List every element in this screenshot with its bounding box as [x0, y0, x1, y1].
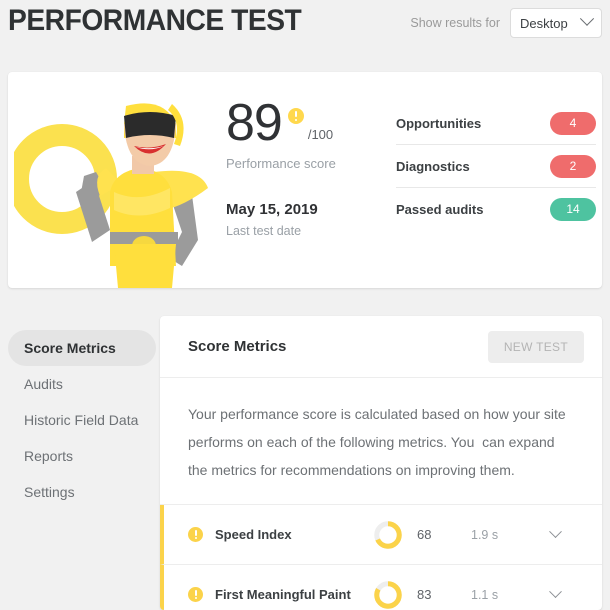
score-block: 89 /100 Performance score May 15, 2019 L…	[226, 94, 376, 238]
performance-test-page: PERFORMANCE TEST Show results for Deskto…	[0, 0, 610, 610]
audit-stats-list: Opportunities 4 Diagnostics 2 Passed aud…	[396, 102, 596, 230]
score-gauge-icon	[374, 520, 402, 549]
device-select[interactable]: Desktop	[510, 8, 602, 38]
sidebar-item-settings[interactable]: Settings	[8, 474, 156, 510]
sidebar-item-historic-field-data[interactable]: Historic Field Data	[8, 402, 156, 438]
metric-row-first-meaningful-paint[interactable]: First Meaningful Paint 83 1.1 s	[160, 565, 602, 610]
chevron-down-icon[interactable]	[549, 525, 562, 539]
metric-row-speed-index[interactable]: Speed Index 68 1.9 s	[160, 505, 602, 565]
hero-illustration	[14, 72, 222, 288]
last-test-date-value: May 15, 2019	[226, 201, 318, 218]
metric-time: 1.1 s	[471, 587, 499, 602]
stat-count-badge: 14	[550, 197, 596, 221]
sidebar-nav: Score Metrics Audits Historic Field Data…	[8, 330, 156, 510]
stat-count-badge: 4	[550, 111, 596, 135]
last-test-date-caption: Last test date	[226, 224, 302, 238]
show-results-label: Show results for	[410, 16, 500, 30]
score-row: 89 /100	[226, 94, 376, 152]
panel-header: Score Metrics NEW TEST	[160, 316, 602, 378]
sidebar-item-label: Historic Field Data	[24, 412, 139, 428]
stat-label: Passed audits	[396, 201, 484, 217]
score-metrics-panel: Score Metrics NEW TEST Your performance …	[160, 316, 602, 610]
page-header: PERFORMANCE TEST Show results for Deskto…	[0, 0, 610, 52]
sidebar-item-score-metrics[interactable]: Score Metrics	[8, 330, 156, 366]
performance-score-value: 89	[226, 94, 283, 152]
sidebar-item-reports[interactable]: Reports	[8, 438, 156, 474]
warning-icon	[188, 587, 203, 602]
metric-time: 1.9 s	[471, 527, 499, 542]
header-controls: Show results for Desktop	[410, 8, 602, 38]
sidebar-item-audits[interactable]: Audits	[8, 366, 156, 402]
sidebar-item-label: Reports	[24, 448, 74, 464]
performance-score-caption: Performance score	[226, 156, 336, 171]
stat-row-opportunities[interactable]: Opportunities 4	[396, 102, 596, 144]
panel-description: Your performance score is calculated bas…	[160, 378, 602, 505]
sidebar-item-label: Settings	[24, 484, 75, 500]
stat-label: Opportunities	[396, 115, 482, 131]
score-gauge-icon	[374, 580, 402, 609]
chevron-down-icon	[579, 11, 595, 26]
metric-score: 83	[417, 587, 432, 602]
warning-icon	[188, 527, 203, 542]
metric-name: First Meaningful Paint	[215, 587, 351, 602]
score-denominator: /100	[307, 127, 334, 142]
summary-card: 89 /100 Performance score May 15, 2019 L…	[8, 72, 602, 288]
warning-badge-icon	[287, 108, 304, 124]
new-test-button[interactable]: NEW TEST	[487, 330, 584, 363]
stat-row-diagnostics[interactable]: Diagnostics 2	[396, 145, 596, 187]
stat-label: Diagnostics	[396, 158, 470, 174]
stat-row-passed-audits[interactable]: Passed audits 14	[396, 188, 596, 230]
device-select-value: Desktop	[520, 15, 568, 31]
metric-name: Speed Index	[215, 527, 292, 542]
sidebar-item-label: Score Metrics	[24, 340, 116, 356]
sidebar-item-label: Audits	[24, 376, 63, 392]
page-title: PERFORMANCE TEST	[8, 4, 302, 37]
panel-title: Score Metrics	[188, 338, 287, 355]
stat-count-badge: 2	[550, 154, 596, 178]
chevron-down-icon[interactable]	[549, 585, 562, 599]
superhero-illustration-svg	[14, 103, 208, 288]
metric-score: 68	[417, 527, 432, 542]
